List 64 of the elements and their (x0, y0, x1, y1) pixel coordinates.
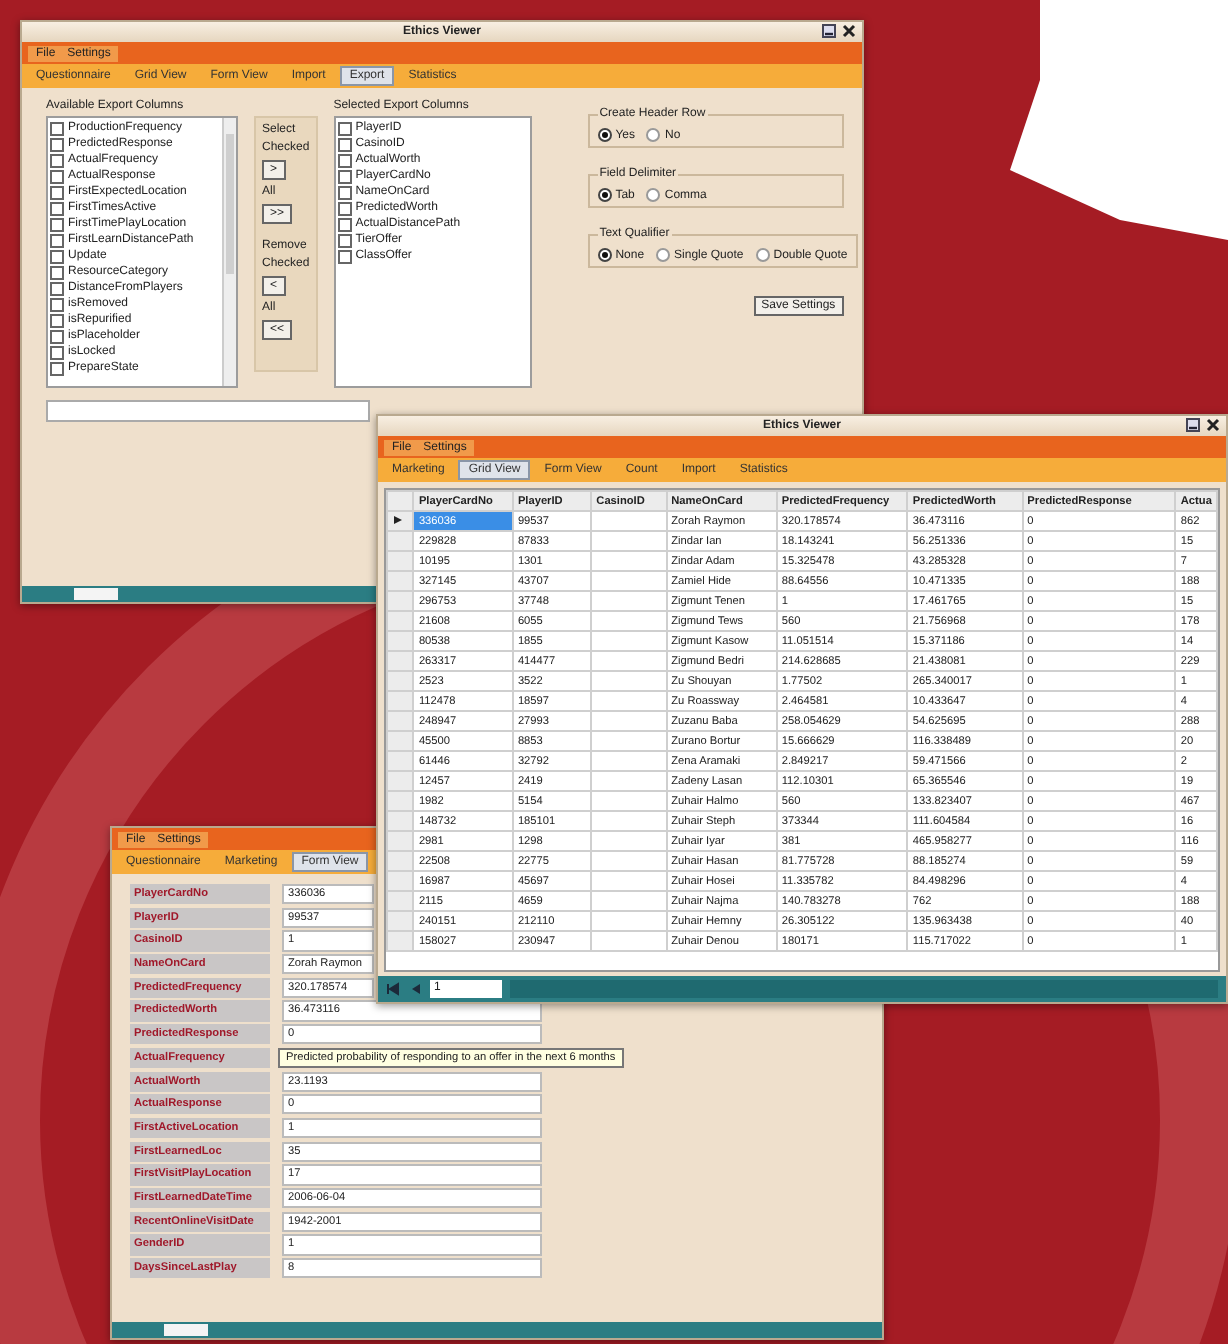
checkbox[interactable] (50, 361, 64, 375)
checkbox[interactable] (50, 153, 64, 167)
radio-button[interactable] (597, 128, 612, 142)
radio-button[interactable] (597, 188, 612, 202)
text-field[interactable] (46, 400, 370, 422)
checkbox[interactable] (50, 185, 64, 199)
checkbox[interactable] (50, 249, 64, 263)
checkbox[interactable] (50, 281, 64, 295)
first-page-icon[interactable] (386, 982, 400, 996)
table-cell (591, 831, 667, 851)
previous-page-icon[interactable] (408, 982, 422, 996)
table-cell (591, 671, 667, 691)
checkbox[interactable] (337, 233, 352, 247)
radio-button[interactable] (646, 188, 661, 202)
table-cell (591, 611, 667, 631)
table-cell (591, 751, 667, 771)
checkbox[interactable] (50, 217, 64, 231)
table-cell (591, 571, 667, 591)
checkbox[interactable] (50, 313, 64, 327)
checkbox[interactable] (337, 249, 352, 263)
table-cell (591, 891, 667, 911)
table-cell (591, 511, 667, 531)
checkbox[interactable] (50, 169, 64, 183)
table-cell (591, 691, 667, 711)
radio-button[interactable] (646, 128, 661, 142)
table-cell (591, 911, 667, 931)
current-row-icon (394, 516, 402, 524)
table-cell (591, 851, 667, 871)
checkbox[interactable] (337, 153, 352, 167)
checkbox[interactable] (337, 201, 352, 215)
table-cell (591, 591, 667, 611)
table-cell (591, 871, 667, 891)
checkbox[interactable] (50, 121, 64, 135)
checkbox[interactable] (50, 345, 64, 359)
checkbox[interactable] (337, 121, 352, 135)
table-cell (591, 651, 667, 671)
close-icon[interactable] (1206, 418, 1220, 432)
checkbox[interactable] (337, 169, 352, 183)
checkbox[interactable] (337, 217, 352, 231)
table-cell (591, 771, 667, 791)
table-cell (591, 811, 667, 831)
table-cell (591, 531, 667, 551)
table-cell (591, 631, 667, 651)
table-cell (591, 711, 667, 731)
close-icon[interactable] (842, 24, 856, 38)
table-cell (591, 791, 667, 811)
checkbox[interactable] (50, 297, 64, 311)
radio-button[interactable] (656, 248, 671, 262)
checkbox[interactable] (50, 137, 64, 151)
radio-button[interactable] (755, 248, 770, 262)
table-cell (591, 551, 667, 571)
table-cell (591, 931, 667, 951)
checkbox[interactable] (50, 329, 64, 343)
checkbox[interactable] (50, 233, 64, 247)
checkbox[interactable] (337, 185, 352, 199)
checkbox[interactable] (337, 137, 352, 151)
checkbox[interactable] (50, 265, 64, 279)
row-header (387, 491, 414, 511)
minimize-icon[interactable] (1186, 418, 1200, 432)
table-cell (591, 731, 667, 751)
radio-button[interactable] (597, 248, 612, 262)
checkbox[interactable] (50, 201, 64, 215)
row-header[interactable] (387, 511, 414, 531)
minimize-icon[interactable] (822, 24, 836, 38)
